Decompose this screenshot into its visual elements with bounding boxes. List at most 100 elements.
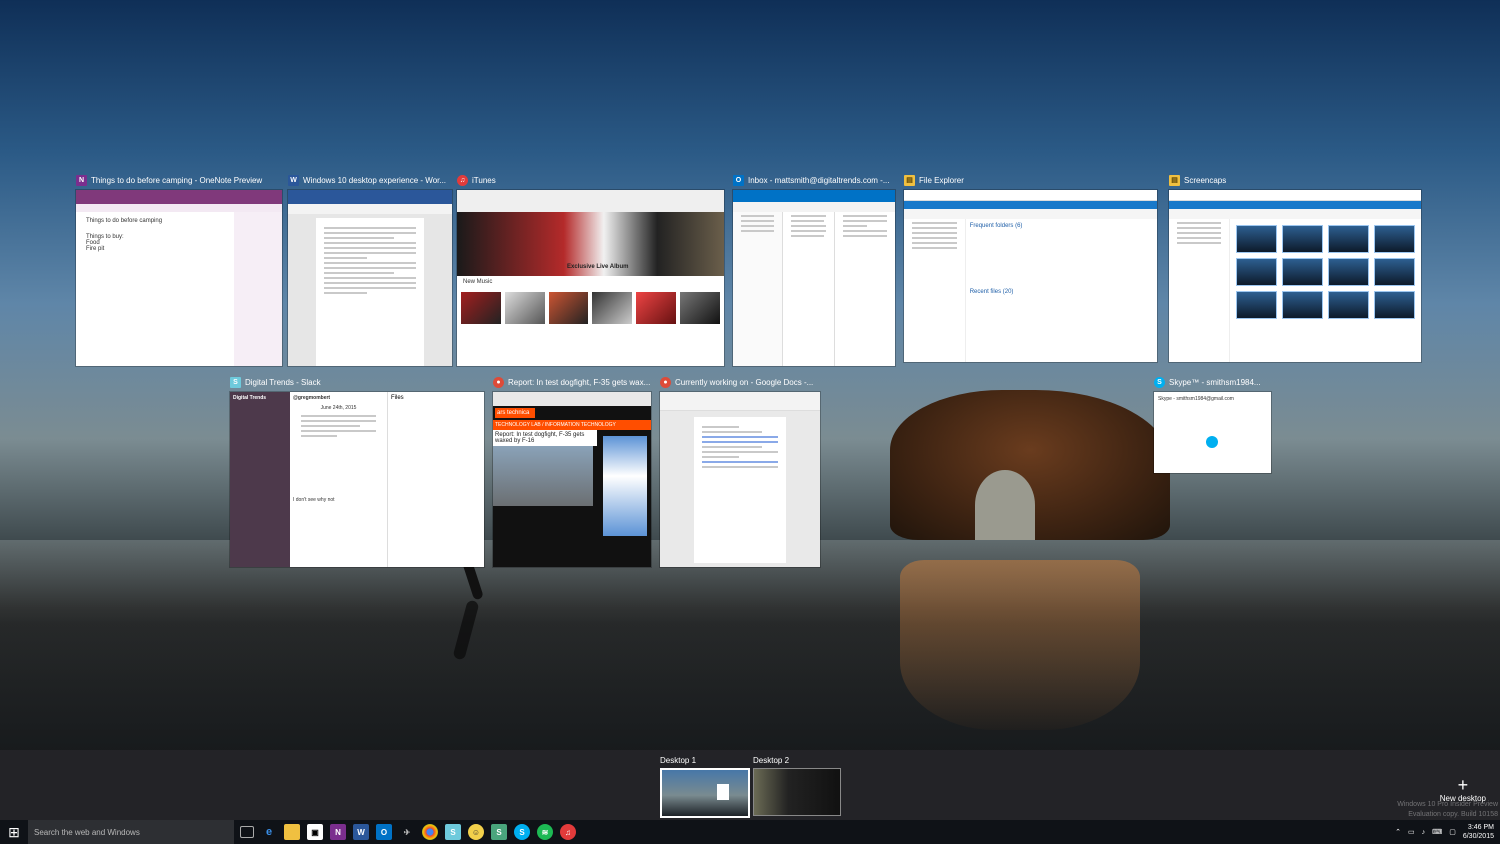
network-icon[interactable]: ▭ (1408, 828, 1415, 836)
skype-icon: S (1154, 376, 1165, 388)
action-center-icon[interactable]: ▢ (1449, 828, 1456, 836)
window-preview (660, 392, 820, 567)
window-caption: N Things to do before camping - OneNote … (76, 172, 262, 188)
window-preview (733, 190, 895, 366)
message-input: I don't see why not (293, 497, 335, 503)
window-preview: Things to do before camping Things to bu… (76, 190, 282, 366)
window-title: File Explorer (919, 175, 964, 185)
chevron-up-icon[interactable]: ⌃ (1395, 828, 1401, 836)
wallpaper-water (0, 540, 1500, 750)
window-preview: Skype - smithsm1984@gmail.com (1154, 392, 1271, 473)
window-caption: ● Currently working on - Google Docs -..… (660, 374, 813, 390)
files-header: Files (391, 395, 404, 401)
album-banner-label: Exclusive Live Album (567, 264, 629, 270)
window-preview: ars technica TECHNOLOGY LAB / INFORMATIO… (493, 392, 651, 567)
window-thumb-onenote[interactable]: N Things to do before camping - OneNote … (76, 174, 282, 366)
desktop-label: Desktop 1 (660, 756, 697, 765)
word-icon: W (288, 174, 299, 186)
outlook-icon[interactable]: O (376, 824, 392, 840)
window-thumb-arstechnica[interactable]: ● Report: In test dogfight, F-35 gets wa… (493, 376, 651, 567)
window-preview: Digital Trends @gregmombert June 24th, 2… (230, 392, 484, 567)
slack-icon: S (230, 376, 241, 388)
window-preview: Frequent folders (6) Recent files (20) (904, 190, 1157, 362)
spotify-icon[interactable]: ≋ (537, 824, 553, 840)
skype-icon[interactable]: S (514, 824, 530, 840)
window-thumb-screencaps[interactable]: ▤ Screencaps (1169, 174, 1421, 362)
onenote-icon[interactable]: N (330, 824, 346, 840)
slack-icon[interactable]: S (491, 824, 507, 840)
folder-icon: ▤ (904, 174, 915, 186)
team-name: Digital Trends (233, 395, 267, 401)
desktop-2-thumb[interactable]: Desktop 2 (753, 756, 841, 816)
wallpaper-rock-arch (975, 470, 1035, 540)
skype-logo-icon (1206, 436, 1218, 448)
volume-icon[interactable]: ♪ (1422, 829, 1426, 836)
window-caption: ▤ Screencaps (1169, 172, 1226, 188)
onenote-icon: N (76, 174, 87, 186)
edge-icon[interactable]: e (261, 824, 277, 840)
window-title: iTunes (472, 175, 496, 185)
chrome-icon: ● (493, 376, 504, 388)
folder-icon: ▤ (1169, 174, 1180, 186)
window-thumb-slack[interactable]: S Digital Trends - Slack Digital Trends … (230, 376, 484, 567)
system-tray: ⌃ ▭ ♪ ⌨ ▢ 3:46 PM 6/30/2015 (1395, 820, 1494, 844)
clock[interactable]: 3:46 PM 6/30/2015 (1463, 823, 1494, 841)
jet-icon[interactable]: ✈ (399, 824, 415, 840)
taskbar: ⊞ Search the web and Windows e ▣ N W O ✈… (0, 820, 1500, 844)
search-box[interactable]: Search the web and Windows (28, 820, 234, 844)
window-thumb-word[interactable]: W Windows 10 desktop experience - Wor... (288, 174, 452, 366)
virtual-desktop-bar (0, 750, 1500, 820)
message-date: June 24th, 2015 (320, 405, 357, 411)
article-headline: Report: In test dogfight, F-35 gets waxe… (493, 430, 597, 446)
window-caption: W Windows 10 desktop experience - Wor... (288, 172, 446, 188)
store-icon[interactable]: ▣ (307, 824, 323, 840)
watermark-line: Evaluation copy. Build 10158 (1408, 811, 1498, 818)
taskbar-icons: e ▣ N W O ✈ S ☺ S S ≋ ♫ (240, 824, 576, 840)
keyboard-icon[interactable]: ⌨ (1432, 828, 1442, 836)
task-view-icon[interactable] (240, 826, 254, 838)
plus-icon: + (1457, 775, 1469, 795)
section-label: New Music (463, 279, 493, 285)
desktop-label: Desktop 2 (753, 756, 790, 765)
clock-date: 6/30/2015 (1462, 833, 1494, 840)
chrome-icon: ● (660, 376, 671, 388)
clock-time: 3:46 PM (1467, 824, 1494, 831)
file-explorer-icon[interactable] (284, 824, 300, 840)
window-thumb-outlook[interactable]: O Inbox - mattsmith@digitaltrends.com -.… (733, 174, 895, 366)
start-button[interactable]: ⊞ (0, 820, 28, 844)
window-title: Windows 10 desktop experience - Wor... (303, 175, 447, 185)
desktop-1-thumb[interactable]: Desktop 1 (660, 756, 750, 818)
itunes-icon: ♫ (457, 174, 468, 186)
skype-account: Skype - smithsm1984@gmail.com (1158, 396, 1234, 402)
window-preview (1169, 190, 1421, 362)
window-caption: O Inbox - mattsmith@digitaltrends.com -.… (733, 172, 890, 188)
window-caption: S Skype™ - smithsm1984... (1154, 374, 1261, 390)
outlook-icon: O (733, 174, 744, 186)
evaluation-watermark: Windows 10 Pro Insider Preview Evaluatio… (1397, 800, 1498, 820)
itunes-icon[interactable]: ♫ (560, 824, 576, 840)
recent-files-header: Recent files (20) (969, 289, 1014, 295)
window-caption: ▤ File Explorer (904, 172, 964, 188)
window-caption: S Digital Trends - Slack (230, 374, 321, 390)
word-icon[interactable]: W (353, 824, 369, 840)
window-title: Digital Trends - Slack (245, 377, 321, 387)
window-title: Screencaps (1184, 175, 1227, 185)
window-caption: ● Report: In test dogfight, F-35 gets wa… (493, 374, 650, 390)
window-preview (288, 190, 452, 366)
chrome-icon[interactable] (422, 824, 438, 840)
slack-icon[interactable]: S (445, 824, 461, 840)
window-title: Currently working on - Google Docs -... (675, 377, 814, 387)
wallpaper-reflection (900, 560, 1140, 730)
new-desktop-button[interactable]: + New desktop (1440, 776, 1486, 803)
window-thumb-skype[interactable]: S Skype™ - smithsm1984... Skype - smiths… (1154, 376, 1271, 473)
smiley-icon[interactable]: ☺ (468, 824, 484, 840)
window-title: Report: In test dogfight, F-35 gets wax.… (508, 377, 651, 387)
window-thumb-file-explorer[interactable]: ▤ File Explorer Frequent folders (6) Rec… (904, 174, 1157, 362)
window-caption: ♫ iTunes (457, 172, 496, 188)
window-thumb-google-docs[interactable]: ● Currently working on - Google Docs -..… (660, 376, 820, 567)
window-thumb-itunes[interactable]: ♫ iTunes Exclusive Live Album New Music (457, 174, 724, 366)
window-preview: Exclusive Live Album New Music (457, 190, 724, 366)
site-logo: ars technica (495, 408, 535, 418)
window-title: Inbox - mattsmith@digitaltrends.com -... (748, 175, 890, 185)
watermark-line: Windows 10 Pro Insider Preview (1397, 801, 1498, 808)
